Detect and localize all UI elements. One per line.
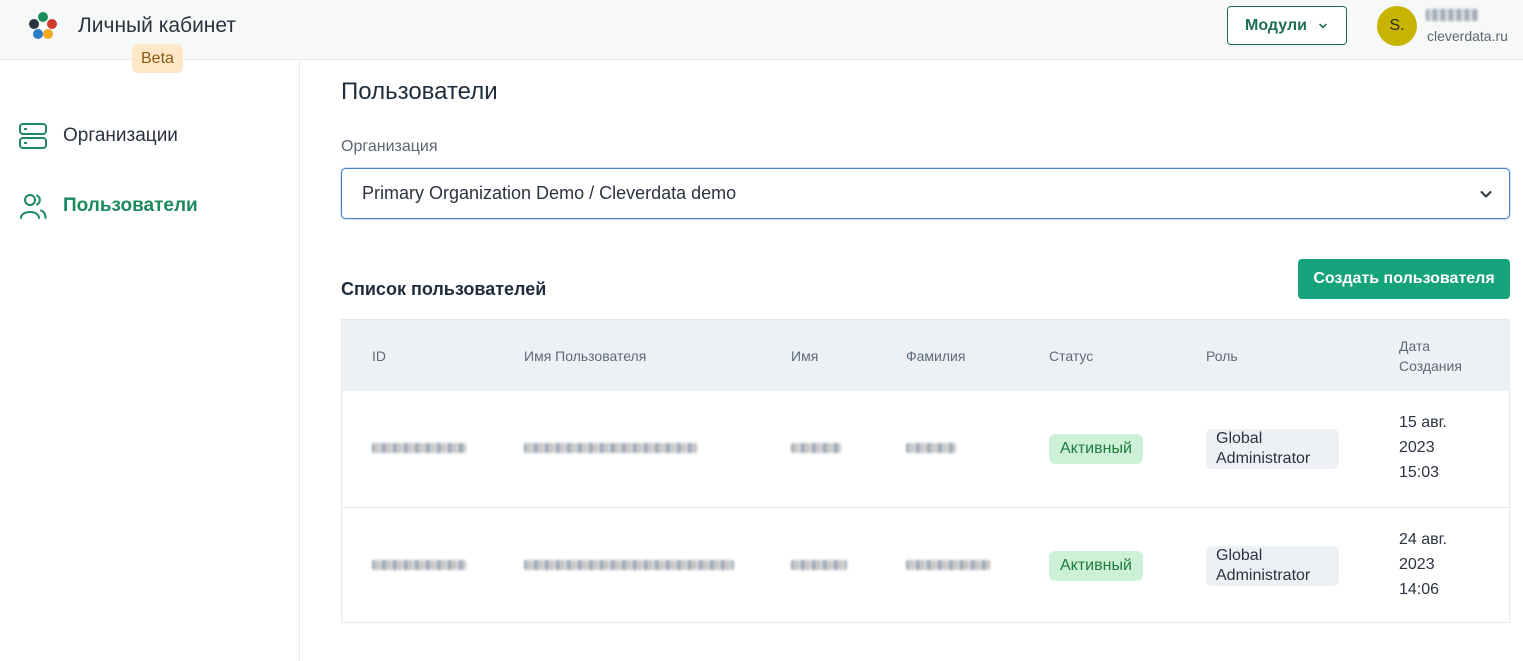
- server-icon: [19, 123, 47, 149]
- column-header-id[interactable]: ID: [372, 346, 386, 366]
- sidebar-item-label: Организации: [63, 125, 178, 146]
- last-name-redacted: [906, 560, 990, 570]
- column-header-username[interactable]: Имя Пользователя: [524, 346, 646, 366]
- organization-select-value: Primary Organization Demo / Cleverdata d…: [362, 183, 737, 203]
- column-header-status[interactable]: Статус: [1049, 346, 1093, 366]
- created-date-time: 14:06: [1399, 581, 1440, 598]
- sidebar-item-label: Пользователи: [63, 195, 198, 216]
- created-date-time: 15:03: [1399, 464, 1440, 481]
- created-date-year: 2023: [1399, 556, 1435, 573]
- organization-field-label: Организация: [341, 138, 438, 155]
- chevron-down-icon: [1319, 23, 1327, 29]
- user-name-redacted: [1426, 9, 1478, 21]
- chevron-down-icon: [1480, 191, 1492, 198]
- status-badge: Активный: [1049, 434, 1143, 464]
- table-row[interactable]: Активный Global Administrator 15 авг. 20…: [342, 391, 1509, 508]
- user-domain: cleverdata.ru: [1427, 28, 1508, 44]
- column-header-role[interactable]: Роль: [1206, 346, 1238, 366]
- organization-select[interactable]: Primary Organization Demo / Cleverdata d…: [341, 168, 1510, 219]
- table-header: ID Имя Пользователя Имя Фамилия Статус Р…: [342, 320, 1509, 391]
- user-id-redacted: [372, 443, 466, 453]
- created-date-day: 15 авг.: [1399, 414, 1447, 431]
- sidebar-item-organizations[interactable]: Организации: [18, 120, 178, 152]
- role-badge: Global Administrator: [1206, 429, 1339, 469]
- first-name-redacted: [791, 560, 847, 570]
- modules-button[interactable]: Модули: [1227, 6, 1347, 45]
- user-id-redacted: [372, 560, 466, 570]
- users-icon: [20, 194, 47, 219]
- created-date-day: 24 авг.: [1399, 531, 1447, 548]
- column-header-first-name[interactable]: Имя: [791, 346, 818, 366]
- username-redacted: [524, 443, 698, 453]
- username-redacted: [524, 560, 734, 570]
- status-badge: Активный: [1049, 551, 1143, 581]
- sidebar: Организации Пользователи: [0, 60, 300, 661]
- beta-badge: Beta: [132, 44, 183, 73]
- users-table: ID Имя Пользователя Имя Фамилия Статус Р…: [341, 319, 1510, 623]
- clover-logo-icon[interactable]: [27, 10, 59, 42]
- created-date: 15 авг. 2023 15:03: [1399, 410, 1489, 485]
- column-header-created-date[interactable]: Дата Создания: [1399, 336, 1479, 376]
- modules-button-label: Модули: [1245, 16, 1307, 34]
- last-name-redacted: [906, 443, 956, 453]
- create-user-button[interactable]: Создать пользователя: [1298, 259, 1510, 299]
- column-header-last-name[interactable]: Фамилия: [906, 346, 965, 366]
- page-title: Пользователи: [341, 78, 498, 105]
- first-name-redacted: [791, 443, 841, 453]
- created-date-year: 2023: [1399, 439, 1435, 456]
- user-avatar[interactable]: S.: [1377, 6, 1417, 46]
- created-date: 24 авг. 2023 14:06: [1399, 527, 1489, 602]
- user-list-title: Список пользователей: [341, 279, 547, 299]
- table-row[interactable]: Активный Global Administrator 24 авг. 20…: [342, 508, 1509, 624]
- app-title: Личный кабинет: [78, 14, 236, 37]
- top-bar: Личный кабинет Модули S. cleverdata.ru: [0, 0, 1523, 60]
- role-badge: Global Administrator: [1206, 546, 1339, 586]
- sidebar-item-users[interactable]: Пользователи: [18, 190, 198, 222]
